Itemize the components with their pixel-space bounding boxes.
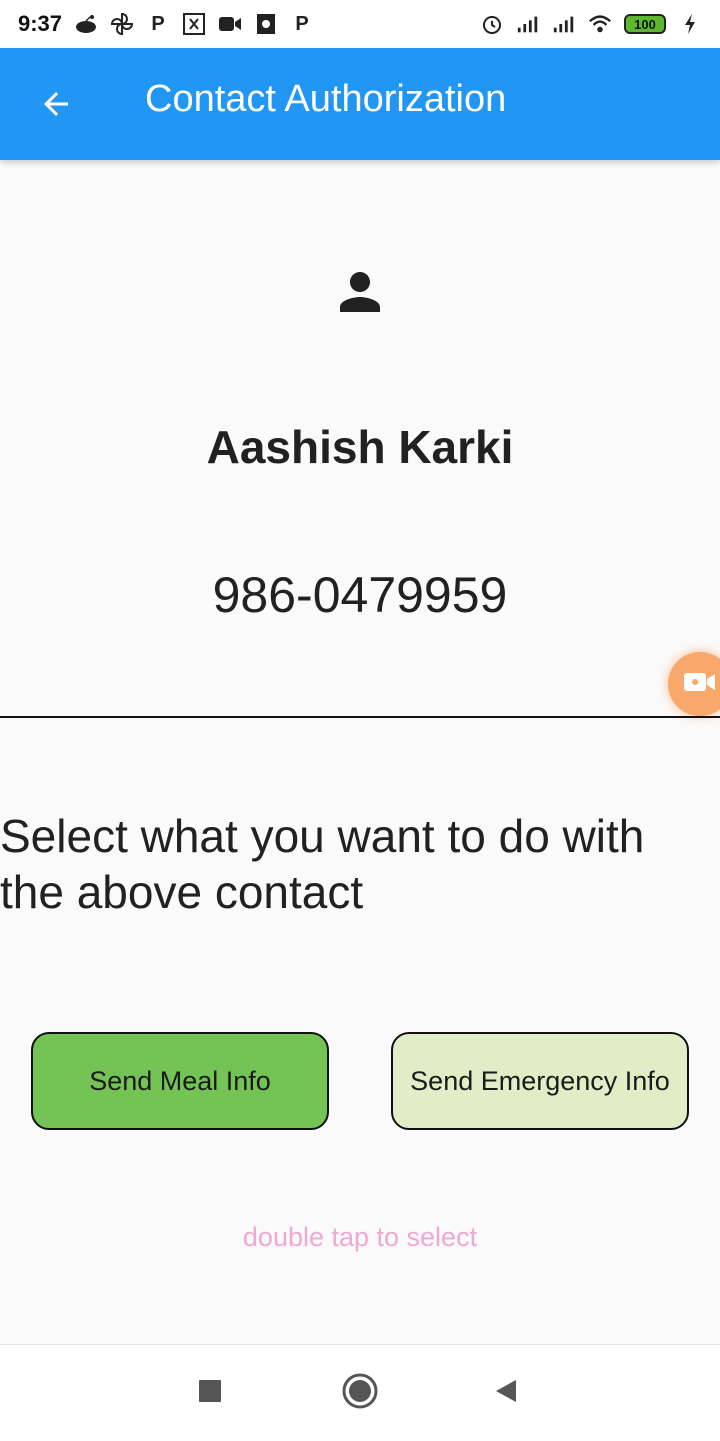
contact-name: Aashish Karki [206, 421, 514, 473]
wifi-icon [588, 12, 612, 36]
recent-apps-icon [198, 1379, 222, 1408]
charging-icon [678, 12, 702, 36]
p-app-icon: P [295, 12, 309, 35]
pinwheel-icon [110, 12, 134, 36]
person-icon [330, 262, 390, 322]
status-right: 100 [480, 12, 702, 36]
send-meal-info-button[interactable]: Send Meal Info [31, 1032, 329, 1130]
app-box-icon [182, 12, 206, 36]
send-emergency-info-button[interactable]: Send Emergency Info [391, 1032, 689, 1130]
back-button[interactable] [32, 82, 80, 130]
signal-icon [516, 12, 540, 36]
reddit-icon [74, 12, 98, 36]
battery-icon: 100 [624, 14, 666, 34]
signal-icon [552, 12, 576, 36]
app-bar: Contact Authorization [0, 48, 720, 160]
nav-back-button[interactable] [486, 1373, 526, 1413]
video-icon [218, 12, 242, 36]
alarm-icon [480, 12, 504, 36]
instruction-text: Select what you want to do with the abov… [0, 810, 645, 918]
floating-recorder-button[interactable] [668, 652, 720, 716]
page-title: Contact Authorization [145, 78, 507, 120]
video-icon [682, 669, 716, 700]
status-left: 9:37 P P [18, 11, 314, 37]
back-icon [493, 1378, 519, 1409]
film-icon [254, 12, 278, 36]
divider [0, 716, 720, 718]
home-button[interactable] [340, 1373, 380, 1413]
contact-phone: 986-0479959 [212, 567, 508, 623]
system-nav-bar [0, 1344, 720, 1441]
arrow-back-icon [38, 86, 74, 127]
status-time: 9:37 [18, 11, 63, 36]
hint-text: double tap to select [242, 1222, 478, 1252]
p-app-icon: P [151, 12, 165, 35]
status-bar: 9:37 P P 100 [0, 0, 720, 48]
home-icon [341, 1372, 379, 1415]
recent-apps-button[interactable] [190, 1373, 230, 1413]
